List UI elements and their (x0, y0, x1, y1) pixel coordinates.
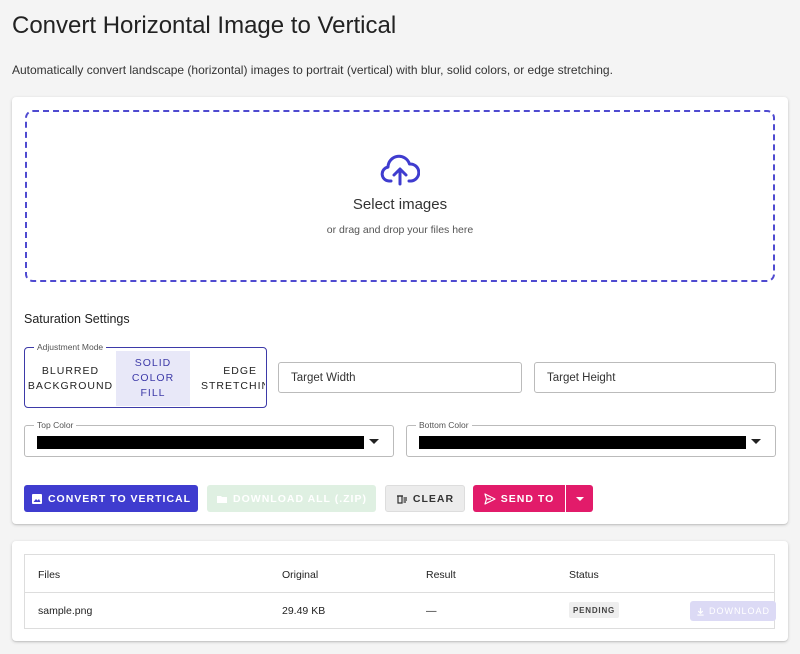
column-header-files: Files (38, 569, 61, 581)
row-download-label: DOWNLOAD (708, 606, 770, 616)
cloud-upload-icon (380, 154, 420, 186)
files-card: Files Original Result Status sample.png … (12, 541, 788, 641)
settings-section-label: Saturation Settings (24, 312, 130, 326)
page-title: Convert Horizontal Image to Vertical (12, 12, 397, 39)
mode-edge-stretching[interactable]: EDGE STRETCHING (193, 351, 265, 406)
page-subtitle: Automatically convert landscape (horizon… (12, 63, 613, 77)
download-all-label: DOWNLOAD ALL (.ZIP) (233, 492, 367, 505)
target-width-input[interactable] (278, 362, 522, 393)
files-table: Files Original Result Status sample.png … (24, 554, 776, 629)
image-icon (31, 493, 42, 504)
bottom-color-swatch (419, 436, 746, 449)
adjustment-mode-group: Adjustment Mode BLURRED BACKGROUND SOLID… (24, 342, 267, 408)
row-divider (25, 592, 774, 593)
result-cell: — (426, 605, 437, 617)
clear-list-icon (396, 494, 407, 504)
column-header-original: Original (282, 569, 319, 581)
download-all-button[interactable]: DOWNLOAD ALL (.ZIP) (207, 485, 376, 512)
folder-zip-icon (217, 495, 228, 503)
send-to-button[interactable]: SEND TO (473, 485, 565, 512)
row-download-button[interactable]: DOWNLOAD (690, 601, 776, 621)
bottom-color-select[interactable]: Bottom Color (406, 420, 776, 457)
send-to-label: SEND TO (500, 492, 555, 505)
file-name-cell: sample.png (38, 605, 93, 617)
caret-down-icon (369, 439, 379, 444)
column-header-result: Result (426, 569, 456, 581)
caret-down-icon (751, 439, 761, 444)
download-icon (697, 607, 704, 616)
original-size-cell: 29.49 KB (282, 605, 326, 617)
convert-button-label: CONVERT TO VERTICAL (47, 492, 192, 505)
top-color-legend: Top Color (34, 420, 77, 430)
dropzone-title: Select images (352, 196, 448, 213)
convert-button[interactable]: CONVERT TO VERTICAL (24, 485, 198, 512)
file-dropzone[interactable]: Select images or drag and drop your file… (25, 110, 775, 282)
clear-button-label: CLEAR (412, 492, 455, 505)
bottom-color-legend: Bottom Color (416, 420, 472, 430)
top-color-swatch (37, 436, 364, 449)
caret-down-icon (575, 496, 584, 501)
clear-button[interactable]: CLEAR (385, 485, 465, 512)
mode-blurred-background[interactable]: BLURRED BACKGROUND (28, 351, 113, 406)
top-color-select[interactable]: Top Color (24, 420, 394, 457)
send-to-dropdown-button[interactable] (566, 485, 593, 512)
status-badge: PENDING (569, 602, 620, 618)
converter-card: Select images or drag and drop your file… (12, 97, 788, 524)
column-header-status: Status (569, 569, 599, 581)
dropzone-subtitle: or drag and drop your files here (326, 224, 474, 236)
send-icon (484, 492, 496, 505)
mode-solid-color-fill[interactable]: SOLID COLOR FILL (116, 351, 190, 406)
target-height-input[interactable] (534, 362, 776, 393)
